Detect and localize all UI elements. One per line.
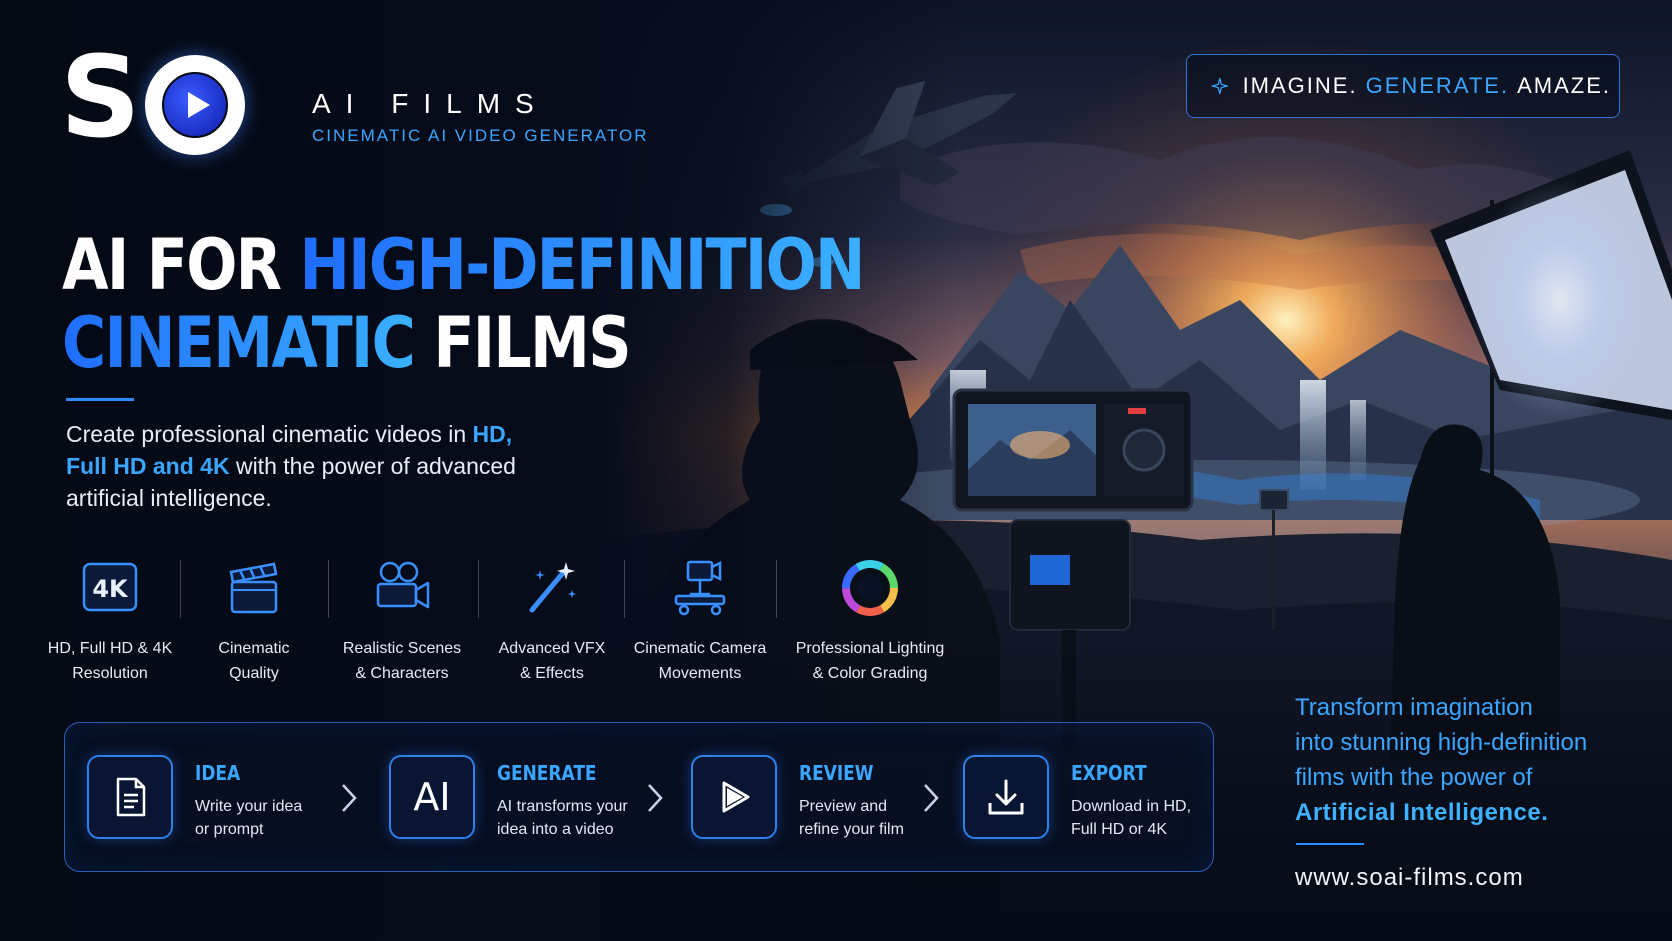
- tagline-amaze: AMAZE.: [1517, 73, 1611, 98]
- download-icon: [988, 779, 1024, 815]
- headline-part-3: CINEMATIC: [62, 302, 416, 384]
- feature-resolution: 4K HD, Full HD & 4K Resolution: [40, 556, 180, 686]
- logo-play-icon: [164, 74, 226, 136]
- 4k-icon-text: 4K: [92, 575, 129, 603]
- feature-label: Advanced VFX: [498, 640, 606, 657]
- brand-name: AI FILMS: [312, 88, 549, 119]
- brand-logo[interactable]: S AI FILMS CINEMATIC AI VIDEO GENERATOR: [60, 42, 660, 160]
- feature-lighting: Professional Lighting & Color Grading: [780, 556, 960, 686]
- website-link[interactable]: www.soai-films.com: [1295, 864, 1524, 892]
- feature-label: & Effects: [520, 665, 584, 682]
- step-export-desc: Download in HD, Full HD or 4K: [1071, 798, 1192, 838]
- brand-tagline: CINEMATIC AI VIDEO GENERATOR: [312, 126, 649, 145]
- tagline-imagine: IMAGINE.: [1242, 73, 1358, 98]
- step-idea-button[interactable]: [87, 755, 173, 839]
- chevron-right-icon: [648, 784, 663, 812]
- feature-label: & Color Grading: [812, 665, 928, 682]
- headline-divider: [66, 398, 134, 401]
- movie-camera-icon: [376, 561, 430, 609]
- main-headline: AI FOR HIGH-DEFINITION CINEMATIC FILMS: [62, 224, 866, 384]
- sparkle-icon: [1211, 77, 1228, 95]
- logo-mark: S: [60, 42, 250, 160]
- feature-label: & Characters: [355, 665, 449, 682]
- step-export-title: EXPORT: [1071, 761, 1147, 785]
- tagline-generate: GENERATE.: [1365, 73, 1510, 98]
- step-review-title: REVIEW: [799, 761, 874, 785]
- step-review-button[interactable]: [691, 755, 777, 839]
- intro-text-before: Create professional cinematic videos in: [66, 421, 473, 447]
- step-idea-title: IDEA: [195, 761, 241, 785]
- feature-camera-movements: Cinematic Camera Movements: [630, 556, 770, 686]
- headline-part-1: AI FOR: [62, 224, 300, 306]
- step-generate-desc: AI transforms your idea into a video: [497, 798, 628, 838]
- feature-label: Resolution: [72, 665, 148, 682]
- intro-paragraph: Create professional cinematic videos in …: [66, 418, 536, 514]
- step-idea-desc: Write your idea or prompt: [195, 798, 303, 838]
- headline-part-2: HIGH-DEFINITION: [299, 224, 866, 306]
- feature-vfx: Advanced VFX & Effects: [482, 556, 622, 686]
- step-export-button[interactable]: [963, 755, 1049, 839]
- feature-label: Cinematic: [218, 640, 290, 657]
- ai-icon: AI: [413, 775, 451, 819]
- camera-dolly-icon: [674, 560, 726, 616]
- feature-list: 4K HD, Full HD & 4K Resolution Cinematic Q…: [40, 556, 944, 682]
- chevron-right-icon: [924, 784, 939, 812]
- play-icon: [722, 781, 750, 813]
- workflow-steps-panel: IDEA Write your idea or prompt AI GENERAT…: [64, 722, 1214, 872]
- feature-label: HD, Full HD & 4K: [47, 640, 173, 657]
- color-wheel-icon: [842, 560, 898, 616]
- feature-label: Quality: [229, 665, 279, 682]
- step-generate-title: GENERATE: [497, 761, 597, 785]
- headline-part-4: FILMS: [414, 302, 631, 384]
- feature-label: Professional Lighting: [795, 640, 945, 657]
- feature-realistic-scenes: Realistic Scenes & Characters: [332, 556, 472, 686]
- magic-wand-icon: [529, 562, 576, 613]
- feature-label: Cinematic Camera: [633, 640, 767, 657]
- clapperboard-icon: [229, 562, 278, 614]
- feature-label: Movements: [658, 665, 742, 682]
- step-generate-button[interactable]: AI: [389, 755, 475, 839]
- logo-s-letter: S: [60, 33, 141, 163]
- website-divider: [1296, 843, 1364, 845]
- chevron-right-icon: [342, 784, 357, 812]
- document-icon: [116, 777, 146, 817]
- 4k-icon: 4K: [82, 562, 138, 612]
- feature-label: Realistic Scenes: [342, 640, 462, 657]
- feature-quality: Cinematic Quality: [184, 556, 324, 686]
- tagline-pill: IMAGINE. GENERATE. AMAZE.: [1186, 54, 1620, 118]
- promo-banner: S AI FILMS CINEMATIC AI VIDEO GENERATOR …: [0, 0, 1672, 941]
- transform-statement: Transform imagination into stunning high…: [1295, 694, 1588, 826]
